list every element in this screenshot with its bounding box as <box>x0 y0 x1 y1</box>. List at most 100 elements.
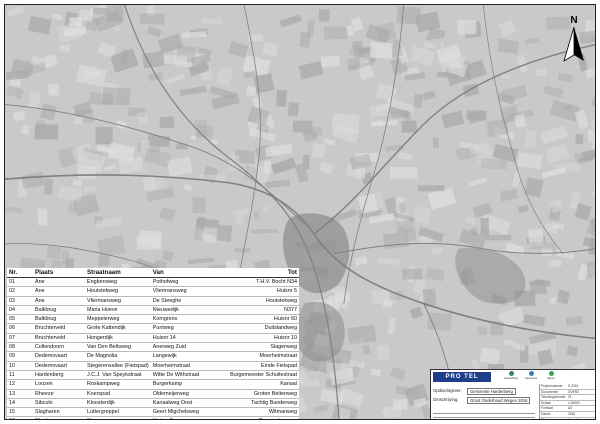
cell-tot: Huisnr 5 <box>218 286 299 297</box>
detail-label: Schaal <box>541 400 551 405</box>
field-parcel <box>480 217 490 236</box>
field-parcel <box>503 339 513 346</box>
cell-tot: Moerheimstraat <box>218 351 299 362</box>
field-parcel <box>59 44 71 52</box>
cell-tot: Houtstekweg <box>218 296 299 306</box>
cell-van: Komgrens <box>150 314 219 325</box>
field-parcel <box>196 124 213 142</box>
omschrijving-row: Omschrijving: Groot Onderhoud Wegen 2016 <box>433 397 531 404</box>
table-row: 13 Rheeze Koerspad Oldemeijerweg Groten Belt… <box>7 389 299 399</box>
field-parcel <box>432 247 444 255</box>
field-parcel <box>84 186 96 192</box>
cell-straatnaam: Maria Hoeve <box>85 305 151 316</box>
waypoint-icon: Hardenberg <box>501 371 521 380</box>
cell-nr: 03 <box>7 296 33 306</box>
cell-straatnaam: Houtstekweg <box>85 286 151 297</box>
field-parcel <box>46 245 62 260</box>
title-block: PRO TEL Hardenberg Gemeente Natuur Opdrach… <box>430 369 595 420</box>
detail-label: Documentnr <box>541 389 559 394</box>
cell-straatnaam: Luttergreppel <box>85 407 151 418</box>
table-row: 02 Ane Houtstekweg Vliermansweg Huisnr 5 <box>7 286 299 297</box>
cell-nr: 07 <box>7 333 33 344</box>
detail-label: Projectnummer <box>541 384 563 388</box>
detail-value: 2016 <box>568 411 576 416</box>
cell-nr: 08 <box>7 342 33 353</box>
table-row: 03 Ane Vliermansweg De Steeghe Houtstekweg <box>7 296 299 306</box>
field-parcel <box>250 228 279 234</box>
cell-straatnaam: Vliermansweg <box>85 296 151 306</box>
company-logo: PRO TEL <box>433 372 491 382</box>
field-parcel <box>262 207 271 212</box>
cell-van: De Steeghe <box>150 296 219 306</box>
cell-plaats: Dedemsvaart <box>33 351 85 362</box>
field-parcel <box>43 178 54 195</box>
cell-plaats: Slagharen <box>33 407 85 418</box>
field-parcel <box>37 208 48 226</box>
header-nr: Nr. <box>7 268 33 278</box>
title-block-details: Projectnummer P-2016 Documentnr OVERZ Tekeni… <box>539 384 595 420</box>
cell-tot: Groten Beltenweg <box>218 389 299 399</box>
cell-nr: 04 <box>7 305 33 316</box>
field-parcel <box>481 158 508 170</box>
opdrachtgever-row: Opdrachtgever: Gemeente Hardenberg <box>433 388 516 395</box>
cell-plaats: Ane <box>33 277 85 288</box>
cell-plaats: Sibculo <box>33 398 85 409</box>
road-table-header: Nr. Plaats Straatnaam Van Tot <box>7 268 299 278</box>
table-row: 16SlagharenStaarmanswegHuisnr 2Gemeenteg… <box>7 416 299 419</box>
cell-van: Burgerkamp <box>150 379 219 390</box>
place-icon-mark <box>528 371 534 376</box>
cell-nr: 09 <box>7 351 33 362</box>
cell-van: Puntweg <box>150 323 219 334</box>
field-parcel <box>34 124 59 140</box>
cell-nr: 15 <box>7 407 33 418</box>
field-parcel <box>383 404 402 419</box>
cell-nr: 01 <box>7 277 33 288</box>
cell-tot: Slagenweg <box>218 342 299 353</box>
detail-label: Blad <box>541 417 548 420</box>
cell-tot: Duitslandweg <box>218 323 299 334</box>
header-van: Van <box>150 268 219 278</box>
cell-plaats: Bruchterveld <box>33 333 85 344</box>
north-arrow: N <box>557 15 591 73</box>
field-parcel <box>529 241 557 251</box>
cell-van: Oldemeijerweg <box>150 389 219 399</box>
cell-straatnaam: Hongerdijk <box>85 333 151 344</box>
field-parcel <box>318 9 330 22</box>
detail-label: Tekeningnummer <box>541 395 566 400</box>
field-parcel <box>413 206 431 225</box>
field-parcel <box>192 197 206 214</box>
opdrachtgever-label: Opdrachtgever: <box>433 388 462 393</box>
field-parcel <box>275 89 288 107</box>
table-row: 01 Ane Engbersweg Pothofweg T.H.V. Bocht N34 <box>7 277 299 288</box>
cell-nr: 06 <box>7 323 33 334</box>
field-parcel <box>376 344 390 361</box>
field-parcel <box>139 12 165 25</box>
cell-van: Langewijk <box>150 351 219 362</box>
cell-plaats: Ane <box>33 286 85 297</box>
icon-label: Gemeente <box>524 377 538 380</box>
field-parcel <box>106 5 124 22</box>
field-parcel <box>93 7 109 15</box>
table-row: 14 Sibculo Kloosterdijk Kanaalweg Oost Tacht… <box>7 398 299 409</box>
field-parcel <box>417 185 445 192</box>
leaf-icon: Natuur <box>541 371 561 380</box>
cell-straatnaam: Kloosterdijk <box>85 398 151 409</box>
place-icon: Gemeente <box>521 371 541 380</box>
cell-van: Geert Migchelsweg <box>150 407 219 418</box>
table-row: 08 Collendoorn Van Den Beltsweg Anerweg Zui… <box>7 342 299 353</box>
cell-plaats: Rheeze <box>33 389 85 399</box>
cell-nr: 02 <box>7 286 33 297</box>
cell-plaats: Dedemsvaart <box>33 361 85 371</box>
field-parcel <box>320 55 341 68</box>
field-parcel <box>427 312 452 331</box>
field-parcel <box>85 71 101 77</box>
field-parcel <box>120 49 129 65</box>
field-parcel <box>389 167 418 179</box>
cell-nr: 13 <box>7 389 33 399</box>
field-parcel <box>323 26 348 40</box>
field-parcel <box>48 83 60 96</box>
cell-plaats: Balkbrug <box>33 305 85 316</box>
detail-label: Formaat <box>541 406 553 411</box>
cell-plaats: Bruchterveld <box>33 323 85 334</box>
field-parcel <box>142 50 165 69</box>
